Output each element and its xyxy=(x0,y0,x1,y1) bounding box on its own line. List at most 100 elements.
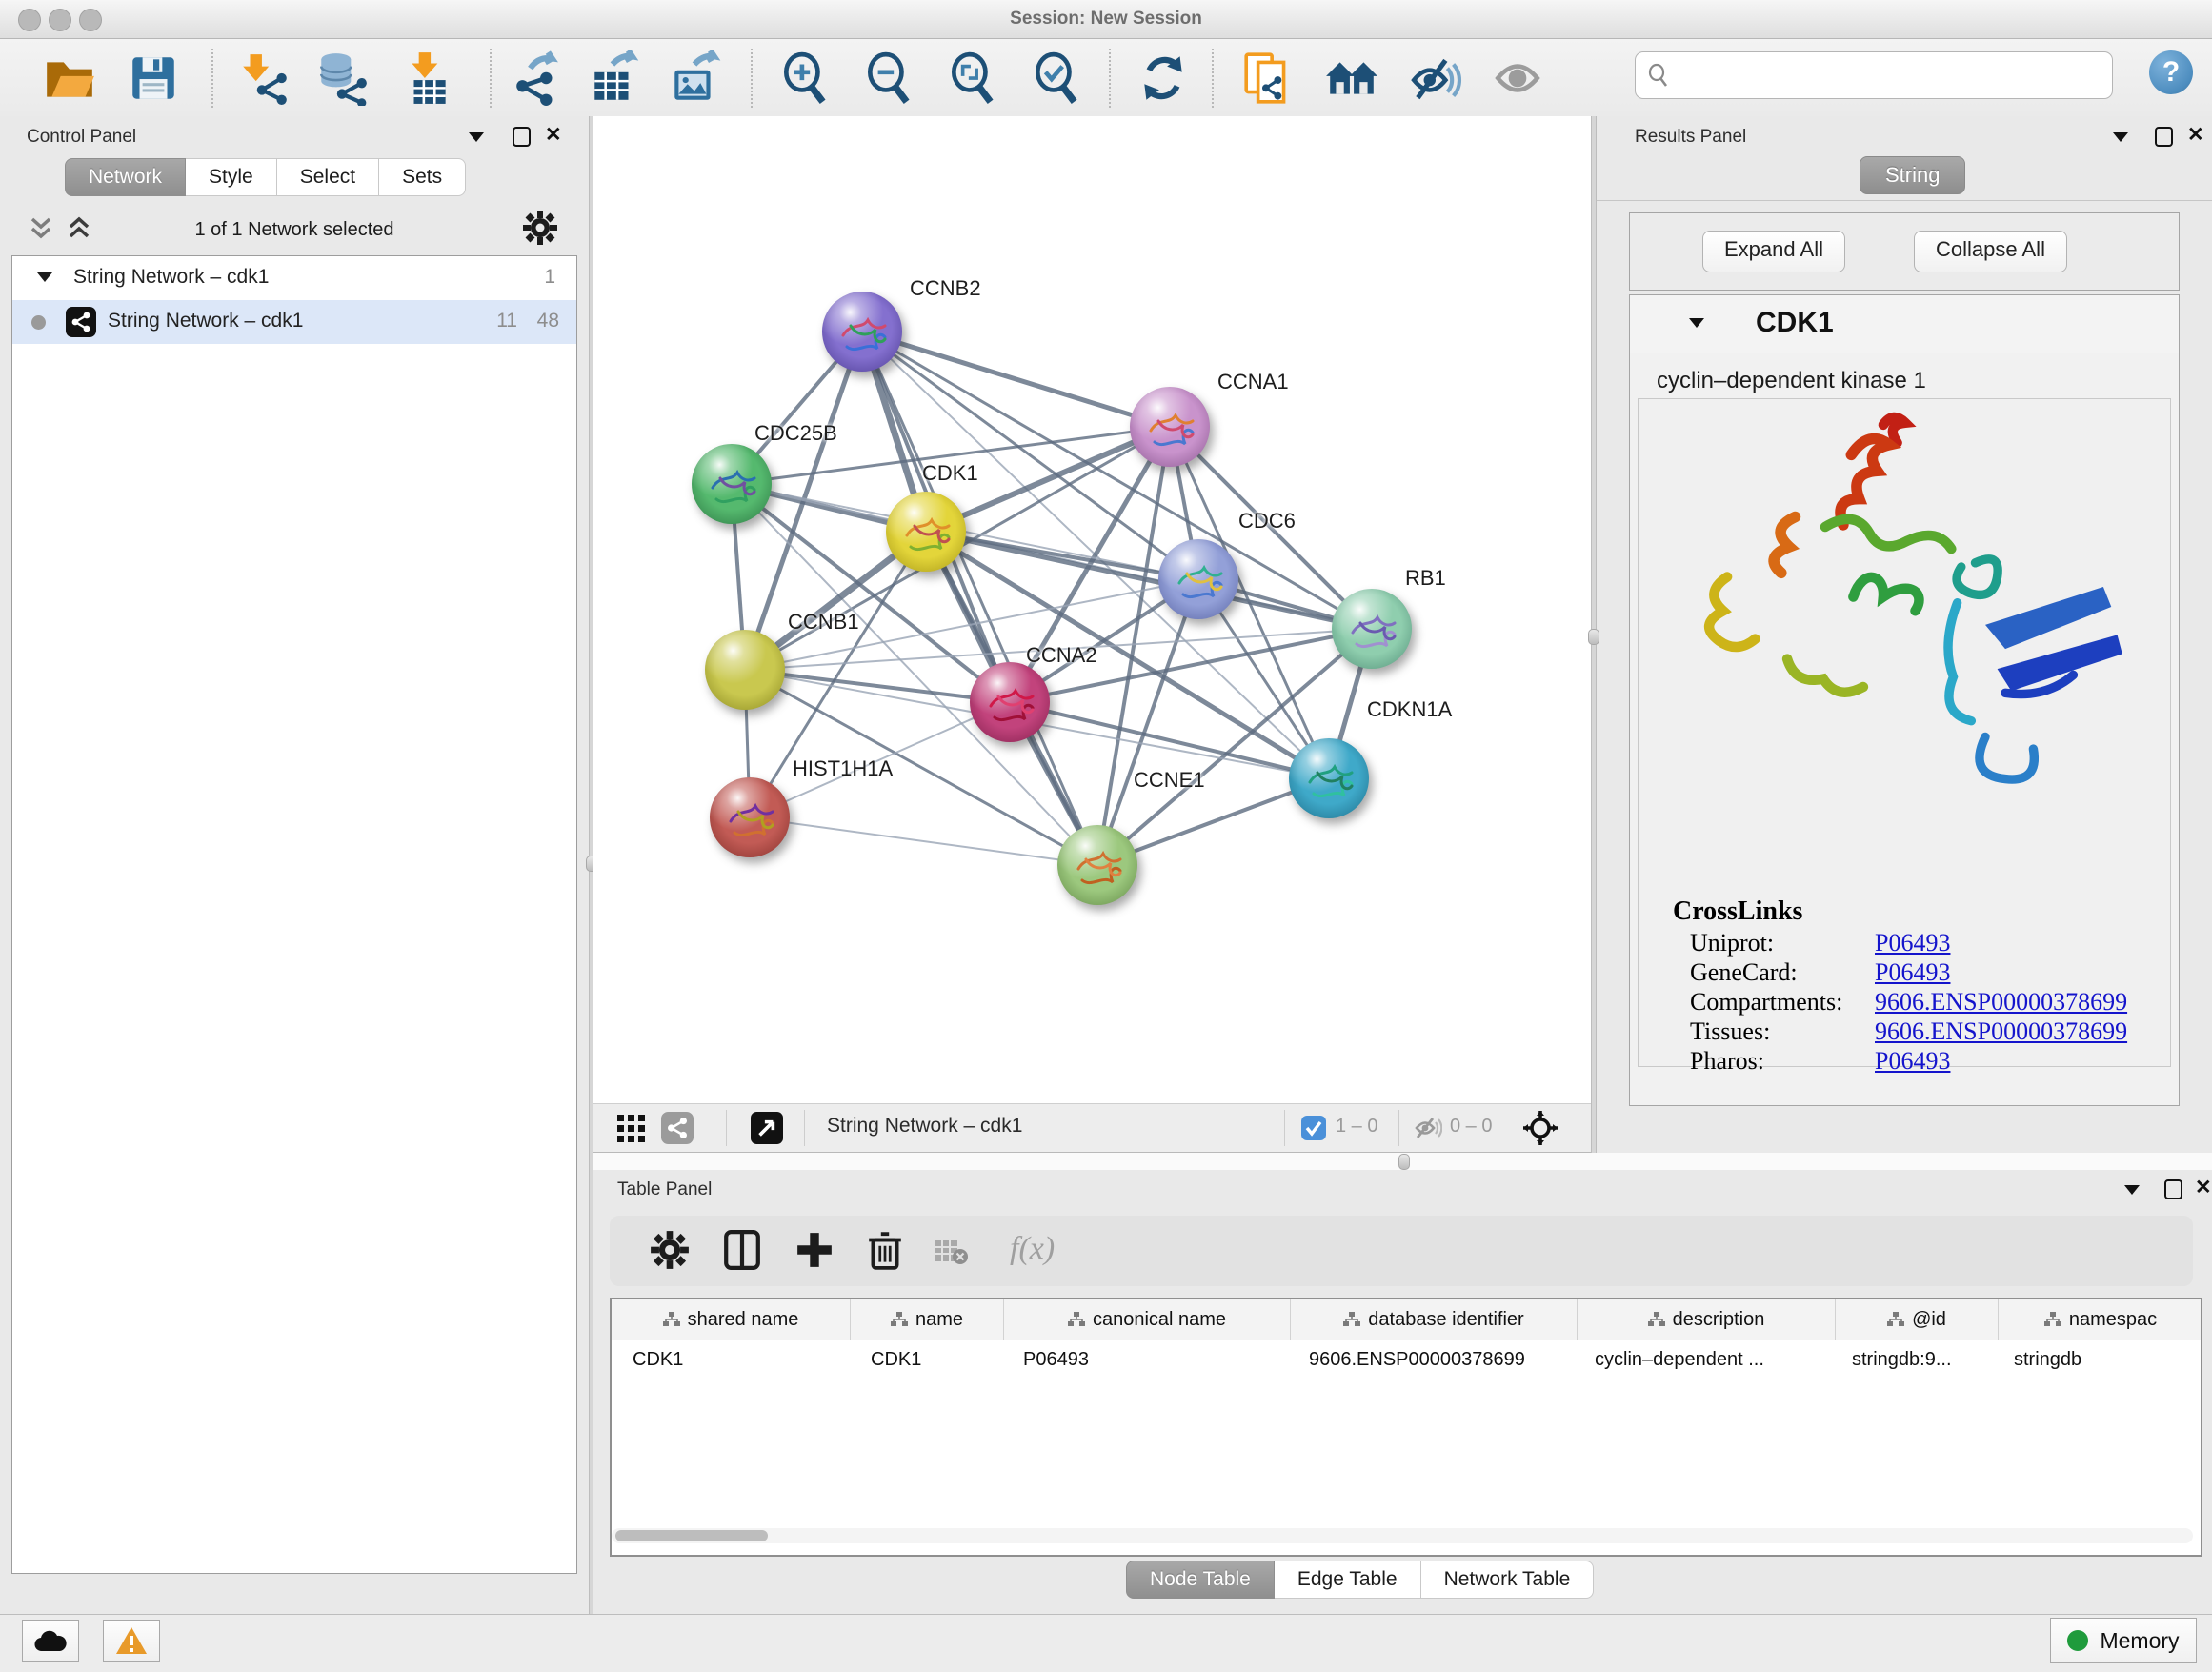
window-zoom-button[interactable] xyxy=(79,9,102,31)
results-panel-close-icon[interactable]: ✕ xyxy=(2187,127,2204,144)
window-close-button[interactable] xyxy=(18,9,41,31)
network-edge[interactable] xyxy=(862,332,1097,865)
import-network-file-icon[interactable] xyxy=(236,50,292,106)
collection-expand-icon[interactable] xyxy=(37,272,52,282)
crosslink-link[interactable]: 9606.ENSP00000378699 xyxy=(1875,1017,2127,1046)
memory-button[interactable]: Memory xyxy=(2050,1618,2197,1663)
hide-selected-icon[interactable] xyxy=(1408,50,1463,106)
import-table-icon[interactable] xyxy=(400,50,455,106)
export-table-icon[interactable] xyxy=(587,50,642,106)
hidden-eye-slash-icon[interactable] xyxy=(1414,1116,1442,1140)
window-minimize-button[interactable] xyxy=(49,9,71,31)
tab-sets[interactable]: Sets xyxy=(379,158,466,196)
column-header-namespac[interactable]: namespac xyxy=(1999,1299,2202,1340)
network-share-toggle-icon[interactable] xyxy=(661,1112,694,1144)
zoom-out-icon[interactable] xyxy=(861,50,916,106)
clone-network-icon[interactable] xyxy=(1240,50,1296,106)
delete-column-icon[interactable] xyxy=(865,1230,905,1270)
table-settings-gear-icon[interactable] xyxy=(650,1230,690,1270)
help-button[interactable]: ? xyxy=(2149,50,2193,94)
collapse-all-button[interactable]: Collapse All xyxy=(1914,231,2067,272)
search-box[interactable] xyxy=(1635,51,2113,99)
table-cell[interactable]: P06493 xyxy=(1002,1340,1288,1379)
first-neighbors-icon[interactable] xyxy=(1324,50,1379,106)
network-node-ccna1[interactable] xyxy=(1130,387,1210,467)
selected-checkbox-icon[interactable] xyxy=(1301,1116,1326,1140)
network-collection-row[interactable]: String Network – cdk1 1 xyxy=(12,256,576,300)
crosslink-link[interactable]: P06493 xyxy=(1875,929,1950,957)
network-node-ccnb2[interactable] xyxy=(822,292,902,372)
warnings-button[interactable] xyxy=(103,1620,160,1662)
table-cell[interactable]: 9606.ENSP00000378699 xyxy=(1288,1340,1574,1379)
table-tab-network-table[interactable]: Network Table xyxy=(1421,1561,1595,1599)
table-horizontal-scrollbar[interactable] xyxy=(612,1528,2193,1543)
column-header-database-identifier[interactable]: database identifier xyxy=(1291,1299,1578,1340)
network-row-selected[interactable]: String Network – cdk1 11 48 xyxy=(12,300,576,344)
network-node-cdc6[interactable] xyxy=(1158,539,1238,619)
crosslink-link[interactable]: P06493 xyxy=(1875,1047,1950,1076)
table-panel-menu-icon[interactable] xyxy=(2124,1185,2140,1195)
network-node-cdkn1a[interactable] xyxy=(1289,738,1369,818)
network-node-ccna2[interactable] xyxy=(970,662,1050,742)
scrollbar-thumb[interactable] xyxy=(615,1530,768,1541)
birds-eye-view-icon[interactable] xyxy=(751,1112,783,1144)
node-table[interactable]: shared namenamecanonical namedatabase id… xyxy=(610,1298,2202,1557)
export-network-icon[interactable] xyxy=(511,50,566,106)
results-tab-string[interactable]: String xyxy=(1860,156,1965,194)
tab-select[interactable]: Select xyxy=(277,158,379,196)
table-cell[interactable]: stringdb:9... xyxy=(1831,1340,1993,1379)
column-header-shared-name[interactable]: shared name xyxy=(612,1299,851,1340)
refresh-layout-icon[interactable] xyxy=(1136,50,1191,106)
network-node-ccnb1[interactable] xyxy=(705,630,785,710)
network-edge[interactable] xyxy=(750,817,1097,865)
expand-all-button[interactable]: Expand All xyxy=(1702,231,1845,272)
add-column-icon[interactable] xyxy=(794,1230,835,1270)
control-panel-menu-icon[interactable] xyxy=(469,132,484,142)
select-columns-icon[interactable] xyxy=(722,1230,762,1270)
table-panel-close-icon[interactable]: ✕ xyxy=(2195,1179,2212,1197)
gene-section-header[interactable]: CDK1 xyxy=(1630,295,2179,353)
zoom-selected-icon[interactable] xyxy=(1029,50,1084,106)
cloud-status-button[interactable] xyxy=(22,1620,79,1662)
table-row[interactable]: CDK1CDK1P064939606.ENSP00000378699cyclin… xyxy=(612,1340,2201,1379)
column-header-@id[interactable]: @id xyxy=(1836,1299,1999,1340)
table-tab-edge-table[interactable]: Edge Table xyxy=(1275,1561,1421,1599)
table-cell[interactable]: CDK1 xyxy=(850,1340,1002,1379)
column-header-description[interactable]: description xyxy=(1578,1299,1836,1340)
network-edge[interactable] xyxy=(1010,702,1329,778)
tab-style[interactable]: Style xyxy=(186,158,277,196)
network-node-hist1h1a[interactable] xyxy=(710,777,790,857)
horizontal-splitter-handle[interactable] xyxy=(1398,1154,1410,1170)
table-cell[interactable]: cyclin–dependent ... xyxy=(1574,1340,1831,1379)
network-node-cdk1[interactable] xyxy=(886,492,966,572)
column-header-canonical-name[interactable]: canonical name xyxy=(1004,1299,1291,1340)
column-header-name[interactable]: name xyxy=(851,1299,1004,1340)
results-panel-float-icon[interactable] xyxy=(2155,127,2173,147)
import-network-database-icon[interactable] xyxy=(314,50,370,106)
network-node-ccne1[interactable] xyxy=(1057,825,1137,905)
right-splitter-handle[interactable] xyxy=(1588,629,1599,645)
network-node-rb1[interactable] xyxy=(1332,589,1412,669)
crosslink-link[interactable]: 9606.ENSP00000378699 xyxy=(1875,988,2127,1017)
grid-view-icon[interactable] xyxy=(617,1115,646,1143)
gene-section-collapse-icon[interactable] xyxy=(1689,318,1704,328)
center-view-crosshair-icon[interactable] xyxy=(1522,1110,1558,1146)
results-panel-menu-icon[interactable] xyxy=(2113,132,2128,142)
table-cell[interactable]: stringdb xyxy=(1993,1340,2197,1379)
network-canvas[interactable]: CCNB2CCNA1CDC25BCDK1CDC6RB1CCNB1CCNA2CDK… xyxy=(593,116,1591,1103)
save-session-icon[interactable] xyxy=(126,50,181,106)
open-session-icon[interactable] xyxy=(42,50,97,106)
table-cell[interactable]: CDK1 xyxy=(612,1340,850,1379)
zoom-in-icon[interactable] xyxy=(777,50,833,106)
table-panel-float-icon[interactable] xyxy=(2164,1179,2182,1199)
zoom-fit-icon[interactable] xyxy=(945,50,1000,106)
crosslink-link[interactable]: P06493 xyxy=(1875,958,1950,987)
show-all-icon[interactable] xyxy=(1490,50,1545,106)
export-image-icon[interactable] xyxy=(667,50,722,106)
control-panel-close-icon[interactable]: ✕ xyxy=(545,127,562,144)
search-input[interactable] xyxy=(1678,56,2101,92)
network-edge[interactable] xyxy=(862,332,1170,427)
tab-network[interactable]: Network xyxy=(65,158,186,196)
control-panel-float-icon[interactable] xyxy=(513,127,531,147)
network-node-cdc25b[interactable] xyxy=(692,444,772,524)
